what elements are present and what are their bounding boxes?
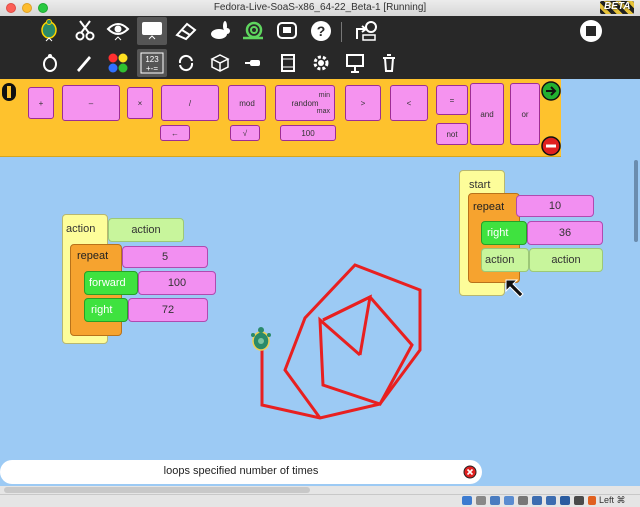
turtle-path-core <box>322 294 372 356</box>
help-status-bar: loops specified number of times <box>0 460 482 484</box>
right-angle-block[interactable]: 72 <box>128 298 208 322</box>
display-icon <box>532 496 542 505</box>
action-call-name-block[interactable]: action <box>529 248 603 272</box>
recording-icon <box>560 496 570 505</box>
horizontal-scrollbar[interactable] <box>0 486 640 494</box>
horizontal-scroll-thumb[interactable] <box>4 487 310 493</box>
repeat-count-block-start[interactable]: 10 <box>516 195 594 217</box>
turtle-path <box>260 263 422 420</box>
mouse-integration-icon <box>588 496 596 505</box>
right-angle-block-start[interactable]: 36 <box>527 221 603 245</box>
right-block-start[interactable]: right <box>481 221 527 245</box>
mouse-cursor-icon <box>503 277 527 301</box>
turtle-icon[interactable] <box>249 325 273 355</box>
shared-folder-icon <box>504 496 514 505</box>
repeat-label-start: repeat <box>473 201 505 213</box>
action-call-block[interactable]: action <box>481 248 529 272</box>
optical-drive-icon <box>476 496 486 505</box>
repeat-count-block[interactable]: 5 <box>122 246 208 268</box>
host-key-label: Left ⌘ <box>599 495 626 505</box>
cpu-icon <box>574 496 584 505</box>
status-message: loops specified number of times <box>163 465 319 477</box>
action-name-block[interactable]: action <box>108 218 184 242</box>
forward-distance-block[interactable]: 100 <box>138 271 216 295</box>
video-capture-icon <box>546 496 556 505</box>
right-block[interactable]: right <box>84 298 128 322</box>
repeat-label: repeat <box>77 250 109 262</box>
network-icon <box>518 496 528 505</box>
start-hat-label: start <box>469 179 491 191</box>
usb-icon <box>490 496 500 505</box>
host-status-bar: Left ⌘ <box>0 494 640 507</box>
forward-block[interactable]: forward <box>84 271 138 295</box>
disk-icon <box>462 496 472 505</box>
close-status-icon[interactable] <box>463 465 477 479</box>
action-hat-label: action <box>66 223 96 235</box>
